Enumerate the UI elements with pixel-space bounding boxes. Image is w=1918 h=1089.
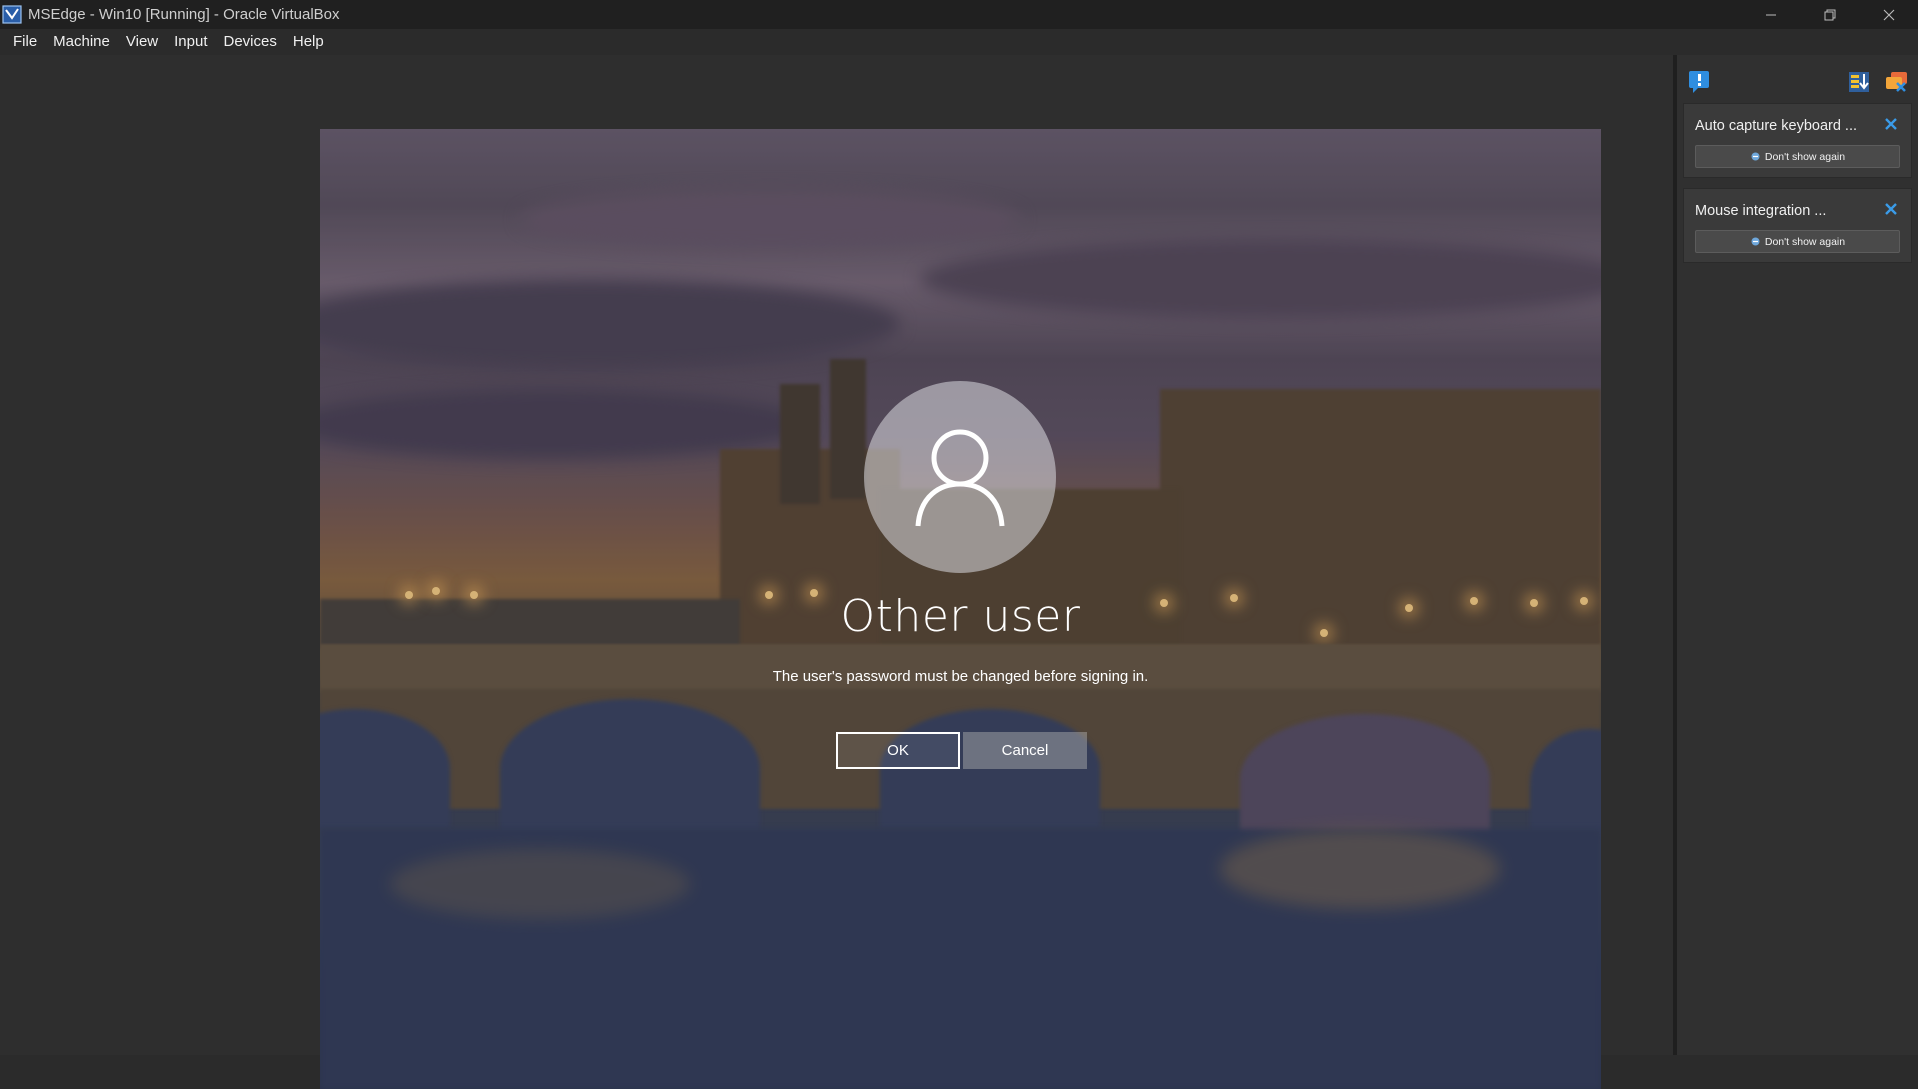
cancel-button[interactable]: Cancel (963, 732, 1087, 769)
notification-toolbar (1687, 67, 1912, 95)
window-title: MSEdge - Win10 [Running] - Oracle Virtua… (28, 6, 340, 23)
notification-card: Auto capture keyboard ... Don't show aga… (1683, 103, 1912, 178)
user-avatar (864, 381, 1056, 573)
title-bar: MSEdge - Win10 [Running] - Oracle Virtua… (0, 0, 1918, 29)
close-notification-icon[interactable] (1883, 201, 1899, 217)
guest-lock-screen[interactable]: Other user The user's password must be c… (320, 129, 1601, 1089)
menu-view[interactable]: View (118, 29, 166, 55)
dont-show-again-button[interactable]: Don't show again (1695, 230, 1900, 253)
notification-title: Auto capture keyboard ... (1695, 118, 1858, 134)
close-button[interactable] (1860, 0, 1918, 29)
clear-all-icon[interactable] (1883, 69, 1911, 95)
notification-center-panel: Auto capture keyboard ... Don't show aga… (1673, 55, 1918, 1055)
close-notification-icon[interactable] (1883, 116, 1899, 132)
ok-button[interactable]: OK (836, 732, 960, 769)
menu-devices[interactable]: Devices (216, 29, 285, 55)
close-icon (1883, 9, 1895, 20)
restore-icon (1824, 9, 1836, 20)
dont-show-again-button[interactable]: Don't show again (1695, 145, 1900, 168)
user-avatar-icon (915, 429, 1005, 527)
user-name: Other user (840, 591, 1081, 642)
virtualbox-app-icon (2, 5, 22, 24)
menu-help[interactable]: Help (285, 29, 332, 55)
dont-show-again-label: Don't show again (1764, 235, 1846, 248)
notification-card: Mouse integration ... Don't show again (1683, 188, 1912, 263)
restore-button[interactable] (1801, 0, 1859, 29)
sort-icon[interactable] (1847, 69, 1873, 95)
password-change-message: The user's password must be changed befo… (772, 668, 1149, 685)
minimize-button[interactable] (1742, 0, 1800, 29)
menu-file[interactable]: File (5, 29, 45, 55)
vm-display-area[interactable]: Other user The user's password must be c… (0, 55, 1673, 1089)
notification-center-icon[interactable] (1687, 69, 1713, 95)
refresh-icon (1751, 237, 1760, 246)
menu-machine[interactable]: Machine (45, 29, 118, 55)
menu-input[interactable]: Input (166, 29, 215, 55)
notification-title: Mouse integration ... (1695, 203, 1827, 219)
minimize-icon (1766, 14, 1776, 15)
menu-bar: File Machine View Input Devices Help (0, 29, 1918, 55)
refresh-icon (1751, 152, 1760, 161)
dont-show-again-label: Don't show again (1764, 150, 1846, 163)
